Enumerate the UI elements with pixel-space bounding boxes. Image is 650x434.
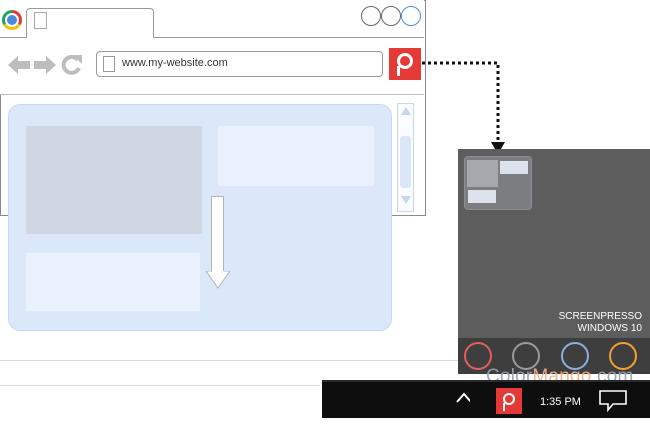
url-text: www.my-website.com: [122, 57, 228, 69]
scroll-up-arrow-icon[interactable]: [401, 107, 411, 115]
tab-page-icon: [34, 12, 47, 29]
screenpresso-logo-icon: [502, 393, 515, 411]
content-block-bottom: [26, 253, 200, 311]
notification-title-line1: SCREENPRESSO: [558, 311, 642, 322]
taskbar-clock[interactable]: 1:35 PM: [540, 396, 581, 408]
notification-title-line2: WINDOWS 10: [577, 323, 642, 334]
notification-title: SCREENPRESSO WINDOWS 10: [458, 311, 642, 335]
toolbar-separator: [0, 94, 424, 95]
scroll-down-indicator: [211, 196, 224, 272]
minimize-button[interactable]: [361, 6, 381, 26]
back-arrow-icon[interactable]: [8, 55, 32, 75]
scroll-down-arrow-icon[interactable]: [401, 196, 411, 204]
thumbnail-block: [500, 161, 528, 174]
thumbnail-gray-block: [467, 160, 498, 187]
forward-arrow-icon[interactable]: [34, 55, 58, 75]
chrome-logo-icon: [2, 10, 22, 30]
divider-line: [0, 385, 320, 386]
screenpresso-logo-icon: [397, 53, 413, 76]
scroll-thumb[interactable]: [400, 136, 411, 188]
screenpresso-extension-button[interactable]: [389, 48, 421, 80]
close-button[interactable]: [401, 6, 421, 26]
down-arrow-icon: [205, 271, 231, 289]
maximize-button[interactable]: [381, 6, 401, 26]
page-icon: [103, 56, 115, 72]
thumbnail-block: [468, 190, 496, 203]
content-image-placeholder: [26, 126, 202, 234]
reload-icon[interactable]: [61, 54, 83, 76]
content-block-top: [218, 126, 374, 186]
chevron-up-icon[interactable]: [456, 392, 470, 406]
dotted-connector-arrow: [422, 61, 505, 154]
action-center-icon[interactable]: [598, 389, 628, 413]
